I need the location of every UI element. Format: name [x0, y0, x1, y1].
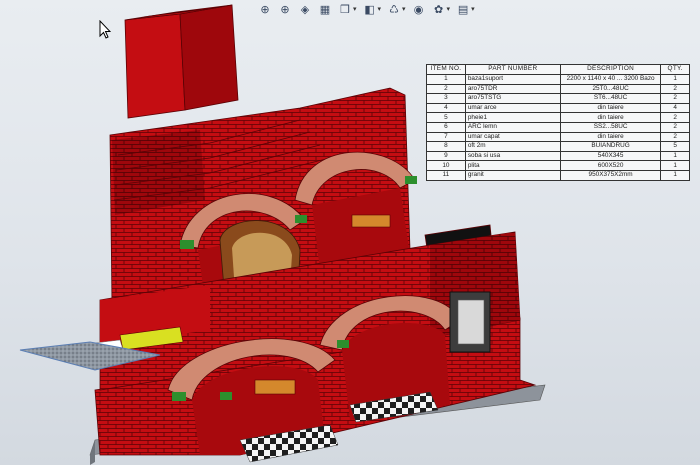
bom-description: din taiere	[559, 131, 662, 143]
stove-door[interactable]	[449, 291, 491, 353]
bom-header-part: PART NUMBER	[464, 64, 561, 75]
zoom-to-fit-icon[interactable]: ⊕	[256, 1, 274, 17]
bom-part-number: umar capat	[464, 131, 561, 143]
bom-part-number: aro75TSTG	[464, 93, 561, 104]
mouse-cursor-icon	[99, 19, 112, 45]
bom-description: 25T0...48UC	[559, 83, 662, 95]
hide-show-items-icon[interactable]: ♺	[385, 1, 403, 17]
view-settings-icon[interactable]: ▤	[454, 1, 472, 17]
bom-row[interactable]: 8 oft 2m BUIANDRUG 5	[426, 141, 690, 152]
section-view-icon[interactable]: ▦	[316, 1, 334, 17]
bom-part-number: soba si usa	[464, 150, 561, 162]
bom-item-no: 6	[426, 121, 466, 133]
bom-row[interactable]: 2 aro75TDR 25T0...48UC 2	[426, 83, 690, 95]
bom-row[interactable]: 7 umar capat din taiere 2	[426, 131, 690, 143]
bom-row[interactable]: 3 aro75TSTG ST6...48UC 2	[426, 93, 690, 104]
bom-qty: 1	[660, 150, 690, 162]
bom-qty: 4	[660, 102, 690, 114]
bom-description: 540X345	[559, 150, 662, 162]
bom-part-number: plita	[464, 160, 561, 171]
bom-qty: 2	[660, 112, 690, 123]
bom-part-number: aro75TDR	[464, 83, 561, 95]
bom-row[interactable]: 9 soba si usa 540X345 1	[426, 150, 690, 162]
bom-row[interactable]: 11 granit 950X375X2mm 1	[426, 169, 690, 181]
bom-part-number: granit	[464, 169, 561, 181]
bom-description: 2200 x 1140 x 40 ... 3200 Bazo	[559, 74, 662, 85]
bom-item-no: 1	[426, 74, 466, 85]
view-orientation-icon[interactable]: ❒	[336, 1, 354, 17]
bom-item-no: 11	[426, 169, 466, 181]
chimney-stack[interactable]	[124, 13, 186, 119]
bom-qty: 2	[660, 121, 690, 133]
bom-qty: 2	[660, 83, 690, 95]
dropdown-arrow-icon[interactable]: ▾	[447, 5, 451, 13]
bom-part-number: umar arce	[464, 102, 561, 114]
previous-view-icon[interactable]: ◈	[296, 1, 314, 17]
bom-header-qty: QTY.	[660, 64, 690, 75]
zoom-to-area-icon[interactable]: ⊕	[276, 1, 294, 17]
bom-description: ST6...48UC	[559, 93, 662, 104]
bom-qty: 2	[660, 131, 690, 143]
bom-header-description: DESCRIPTION	[559, 64, 662, 75]
bom-header-row: ITEM NO. PART NUMBER DESCRIPTION QTY.	[426, 64, 690, 75]
bom-qty: 1	[660, 169, 690, 181]
bom-description: 600X520	[559, 160, 662, 171]
bom-item-no: 7	[426, 131, 466, 143]
dropdown-arrow-icon[interactable]: ▾	[353, 5, 357, 13]
bom-part-number: ARC lemn	[464, 121, 561, 133]
dropdown-arrow-icon[interactable]: ▾	[378, 5, 382, 13]
bom-description: 950X375X2mm	[559, 169, 662, 181]
bom-item-no: 4	[426, 102, 466, 114]
bom-description: BUIANDRUG	[559, 141, 662, 152]
bom-item-no: 3	[426, 93, 466, 104]
bom-item-no: 5	[426, 112, 466, 123]
bom-row[interactable]: 10 plita 600X520 1	[426, 160, 690, 171]
bom-item-no: 9	[426, 150, 466, 162]
bom-qty: 5	[660, 141, 690, 152]
dropdown-arrow-icon[interactable]: ▾	[471, 5, 475, 13]
apply-scene-icon[interactable]: ✿	[430, 1, 448, 17]
bom-item-no: 2	[426, 83, 466, 95]
edit-appearance-icon[interactable]: ◉	[410, 1, 428, 17]
dropdown-arrow-icon[interactable]: ▾	[402, 5, 406, 13]
bom-description: din taiere	[559, 102, 662, 114]
bom-row[interactable]: 5 pheie1 din taiere 2	[426, 112, 690, 123]
display-style-icon[interactable]: ◧	[361, 1, 379, 17]
bom-row[interactable]: 4 umar arce din taiere 4	[426, 102, 690, 114]
bom-header-item: ITEM NO.	[426, 64, 466, 75]
bom-qty: 1	[660, 74, 690, 85]
bom-description: din taiere	[559, 112, 662, 123]
bom-item-no: 8	[426, 141, 466, 152]
bom-part-number: oft 2m	[464, 141, 561, 152]
bom-part-number: pheie1	[464, 112, 561, 123]
bom-item-no: 10	[426, 160, 466, 171]
bom-description: SS2...58UC	[559, 121, 662, 133]
bom-qty: 1	[660, 160, 690, 171]
bom-qty: 2	[660, 93, 690, 104]
bom-table[interactable]: ITEM NO. PART NUMBER DESCRIPTION QTY. 1b…	[426, 64, 690, 181]
bom-row[interactable]: 6 ARC lemn SS2...58UC 2	[426, 121, 690, 133]
heads-up-view-toolbar: ⊕ ⊕ ◈ ▦ ❒ ▾ ◧ ▾ ♺ ▾ ◉ ✿ ▾ ▤ ▾	[256, 0, 477, 18]
bom-part-number: baza1suport	[464, 74, 561, 85]
bom-row[interactable]: 1 baza1suport 2200 x 1140 x 40 ... 3200 Ba…	[426, 74, 690, 85]
